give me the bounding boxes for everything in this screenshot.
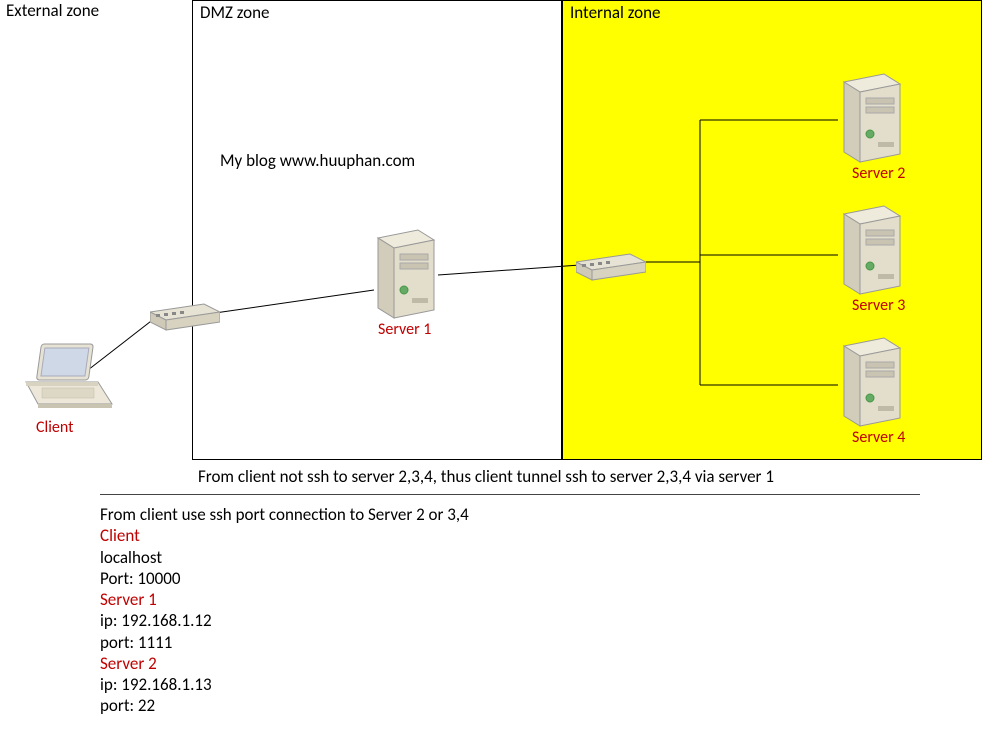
internal-zone-box — [562, 0, 982, 460]
server2-label: Server 2 — [852, 164, 905, 183]
server3-icon — [836, 204, 908, 301]
server2-icon — [836, 72, 908, 169]
client-label: Client — [36, 418, 73, 437]
switch-icon-2 — [576, 250, 646, 287]
server4-label: Server 4 — [852, 428, 905, 447]
switch-icon-1 — [150, 300, 220, 337]
details-heading: From client use ssh port connection to S… — [100, 504, 469, 525]
details-client-host: localhost — [100, 547, 469, 568]
divider-line — [100, 494, 920, 495]
details-client-port: Port: 10000 — [100, 568, 469, 589]
details-server1-ip: ip: 192.168.1.12 — [100, 610, 469, 631]
details-block: From client use ssh port connection to S… — [100, 504, 469, 717]
diagram-caption: From client not ssh to server 2,3,4, thu… — [198, 466, 774, 487]
details-server1-port: port: 1111 — [100, 632, 469, 653]
server1-label: Server 1 — [378, 320, 431, 339]
server3-label: Server 3 — [852, 296, 905, 315]
details-server2-port: port: 22 — [100, 695, 469, 716]
laptop-icon — [18, 340, 113, 415]
details-server1-name: Server 1 — [100, 589, 469, 610]
server4-icon — [836, 336, 908, 433]
blog-text: My blog www.huuphan.com — [220, 150, 415, 171]
internal-zone-label: Internal zone — [570, 2, 660, 23]
server1-icon — [370, 228, 442, 325]
details-client-name: Client — [100, 525, 469, 546]
details-server2-name: Server 2 — [100, 653, 469, 674]
external-zone-label: External zone — [6, 0, 99, 21]
details-server2-ip: ip: 192.168.1.13 — [100, 674, 469, 695]
dmz-zone-label: DMZ zone — [200, 2, 270, 23]
